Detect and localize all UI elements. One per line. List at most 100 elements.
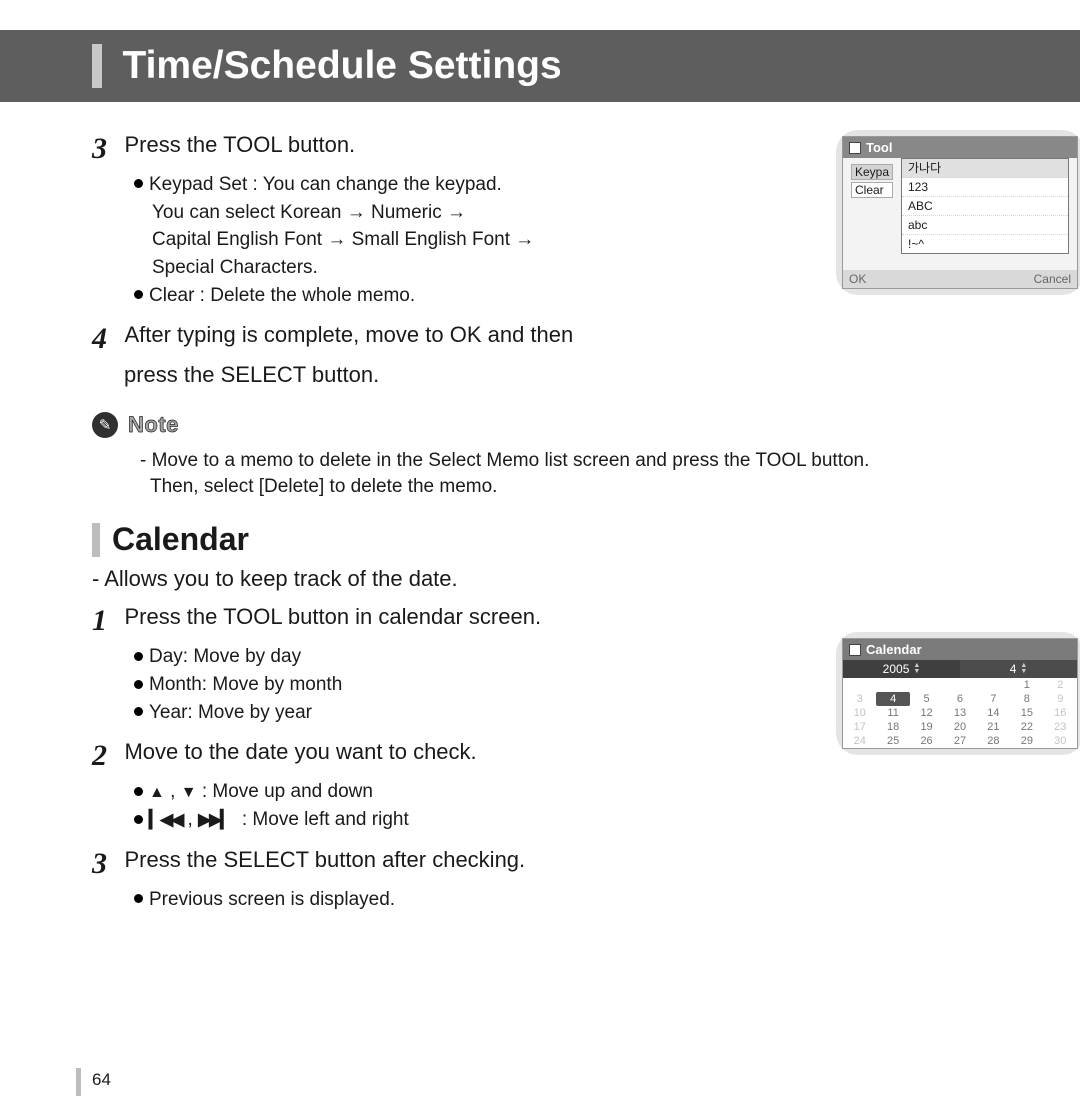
bullet-icon bbox=[134, 787, 143, 796]
page-accent bbox=[76, 1068, 81, 1096]
section-accent bbox=[92, 523, 100, 557]
calendar-day[interactable]: 9 bbox=[1044, 692, 1077, 706]
calendar-day[interactable]: 11 bbox=[876, 706, 909, 720]
bullet-text: Day: Move by day bbox=[149, 646, 301, 667]
bullet-text: Previous screen is displayed. bbox=[149, 889, 395, 910]
comma: , bbox=[182, 809, 198, 830]
calendar-day[interactable]: 5 bbox=[910, 692, 943, 706]
page-header: Time/Schedule Settings bbox=[0, 30, 1080, 102]
triangle-up-icon: ▲ bbox=[149, 784, 165, 801]
calendar-day[interactable]: 14 bbox=[977, 706, 1010, 720]
step-text: After typing is complete, move to OK and… bbox=[124, 322, 573, 347]
tool-side-labels: Keypa Clear bbox=[851, 164, 893, 198]
calendar-day[interactable] bbox=[943, 678, 976, 692]
calendar-title-icon bbox=[849, 644, 861, 656]
calendar-day[interactable]: 17 bbox=[843, 720, 876, 734]
calendar-day[interactable]: 27 bbox=[943, 734, 976, 748]
bullet-text: You can select Korean → Numeric → bbox=[152, 202, 466, 223]
tool-softkeys: OK Cancel bbox=[843, 270, 1077, 288]
section-intro: - Allows you to keep track of the date. bbox=[92, 566, 988, 592]
calendar-screenshot: Calendar 2005▲▼ 4▲▼ 12345678910111213141… bbox=[836, 632, 1080, 755]
bullet-text: Keypad Set : You can change the keypad. bbox=[149, 174, 502, 195]
tool-title-icon bbox=[849, 142, 861, 154]
calendar-day[interactable]: 20 bbox=[943, 720, 976, 734]
cancel-softkey[interactable]: Cancel bbox=[1034, 272, 1071, 286]
note-body: - Move to a memo to delete in the Select… bbox=[140, 448, 988, 499]
calendar-grid[interactable]: 1234567891011121314151617181920212223242… bbox=[843, 678, 1077, 748]
step-4: 4 After typing is complete, move to OK a… bbox=[92, 322, 988, 356]
calendar-day[interactable]: 6 bbox=[943, 692, 976, 706]
calendar-day[interactable]: 29 bbox=[1010, 734, 1043, 748]
calendar-day[interactable]: 22 bbox=[1010, 720, 1043, 734]
section-heading: Calendar bbox=[92, 521, 988, 558]
month-selector[interactable]: 4▲▼ bbox=[960, 660, 1077, 678]
pencil-icon: ✎ bbox=[92, 412, 118, 438]
calendar-day[interactable]: 18 bbox=[876, 720, 909, 734]
calendar-day[interactable]: 3 bbox=[843, 692, 876, 706]
step-number: 4 bbox=[92, 322, 120, 356]
keypad-option[interactable]: 123 bbox=[902, 178, 1068, 197]
calendar-day[interactable]: 2 bbox=[1044, 678, 1077, 692]
step-number: 3 bbox=[92, 847, 120, 881]
bullet-icon bbox=[134, 894, 143, 903]
bullet-text: Month: Move by month bbox=[149, 674, 342, 695]
calendar-day[interactable]: 25 bbox=[876, 734, 909, 748]
page-number: 64 bbox=[92, 1070, 111, 1090]
year-selector[interactable]: 2005▲▼ bbox=[843, 660, 960, 678]
step-text-cont: press the SELECT button. bbox=[124, 362, 988, 388]
tool-title: Tool bbox=[866, 140, 892, 155]
cal-step-2-bullets: ▲ , ▼ : Move up and down ▎◀◀ , ▶▶▎ : Mov… bbox=[134, 779, 654, 832]
keypad-option[interactable]: ABC bbox=[902, 197, 1068, 216]
calendar-day[interactable]: 12 bbox=[910, 706, 943, 720]
calendar-day[interactable]: 4 bbox=[876, 692, 909, 706]
calendar-day[interactable]: 23 bbox=[1044, 720, 1077, 734]
note-line: - Move to a memo to delete in the Select… bbox=[140, 448, 988, 474]
step-text: Move to the date you want to check. bbox=[124, 739, 476, 764]
calendar-day[interactable]: 8 bbox=[1010, 692, 1043, 706]
bullet-icon bbox=[134, 815, 143, 824]
calendar-day[interactable]: 28 bbox=[977, 734, 1010, 748]
calendar-day[interactable] bbox=[910, 678, 943, 692]
bullet-text: : Move left and right bbox=[242, 809, 409, 830]
prev-track-icon: ▎◀◀ bbox=[149, 810, 182, 829]
calendar-day[interactable]: 21 bbox=[977, 720, 1010, 734]
comma: , bbox=[165, 781, 181, 802]
calendar-day[interactable]: 19 bbox=[910, 720, 943, 734]
calendar-day[interactable] bbox=[876, 678, 909, 692]
bullet-icon bbox=[134, 707, 143, 716]
keypad-option[interactable]: abc bbox=[902, 216, 1068, 235]
keypad-options-popup: 가나다 123 ABC abc !~^ bbox=[901, 158, 1069, 254]
step-text: Press the SELECT button after checking. bbox=[124, 847, 525, 872]
bullet-icon bbox=[134, 652, 143, 661]
keypad-label: Keypa bbox=[851, 164, 893, 180]
calendar-year-month: 2005▲▼ 4▲▼ bbox=[843, 660, 1077, 678]
calendar-day[interactable]: 24 bbox=[843, 734, 876, 748]
calendar-day[interactable]: 7 bbox=[977, 692, 1010, 706]
step-3-bullets: Keypad Set : You can change the keypad. … bbox=[134, 172, 654, 308]
ok-softkey[interactable]: OK bbox=[849, 272, 866, 286]
calendar-day[interactable] bbox=[843, 678, 876, 692]
calendar-day[interactable]: 1 bbox=[1010, 678, 1043, 692]
calendar-day[interactable]: 10 bbox=[843, 706, 876, 720]
keypad-option[interactable]: !~^ bbox=[902, 235, 1068, 253]
calendar-day[interactable]: 13 bbox=[943, 706, 976, 720]
calendar-day[interactable]: 16 bbox=[1044, 706, 1077, 720]
bullet-icon bbox=[134, 680, 143, 689]
next-track-icon: ▶▶▎ bbox=[198, 810, 231, 829]
note-label: Note bbox=[128, 412, 179, 438]
year-value: 2005 bbox=[883, 662, 910, 676]
bullet-icon bbox=[134, 179, 143, 188]
keypad-option[interactable]: 가나다 bbox=[902, 159, 1068, 178]
clear-label: Clear bbox=[851, 182, 893, 198]
step-text: Press the TOOL button. bbox=[124, 132, 355, 157]
header-accent bbox=[92, 44, 102, 88]
calendar-day[interactable]: 30 bbox=[1044, 734, 1077, 748]
calendar-day[interactable] bbox=[977, 678, 1010, 692]
spin-icon: ▲▼ bbox=[913, 663, 920, 675]
triangle-down-icon: ▼ bbox=[181, 784, 197, 801]
calendar-day[interactable]: 15 bbox=[1010, 706, 1043, 720]
cal-step-3: 3 Press the SELECT button after checking… bbox=[92, 847, 988, 881]
bullet-text: Year: Move by year bbox=[149, 702, 312, 723]
calendar-day[interactable]: 26 bbox=[910, 734, 943, 748]
month-value: 4 bbox=[1010, 662, 1017, 676]
